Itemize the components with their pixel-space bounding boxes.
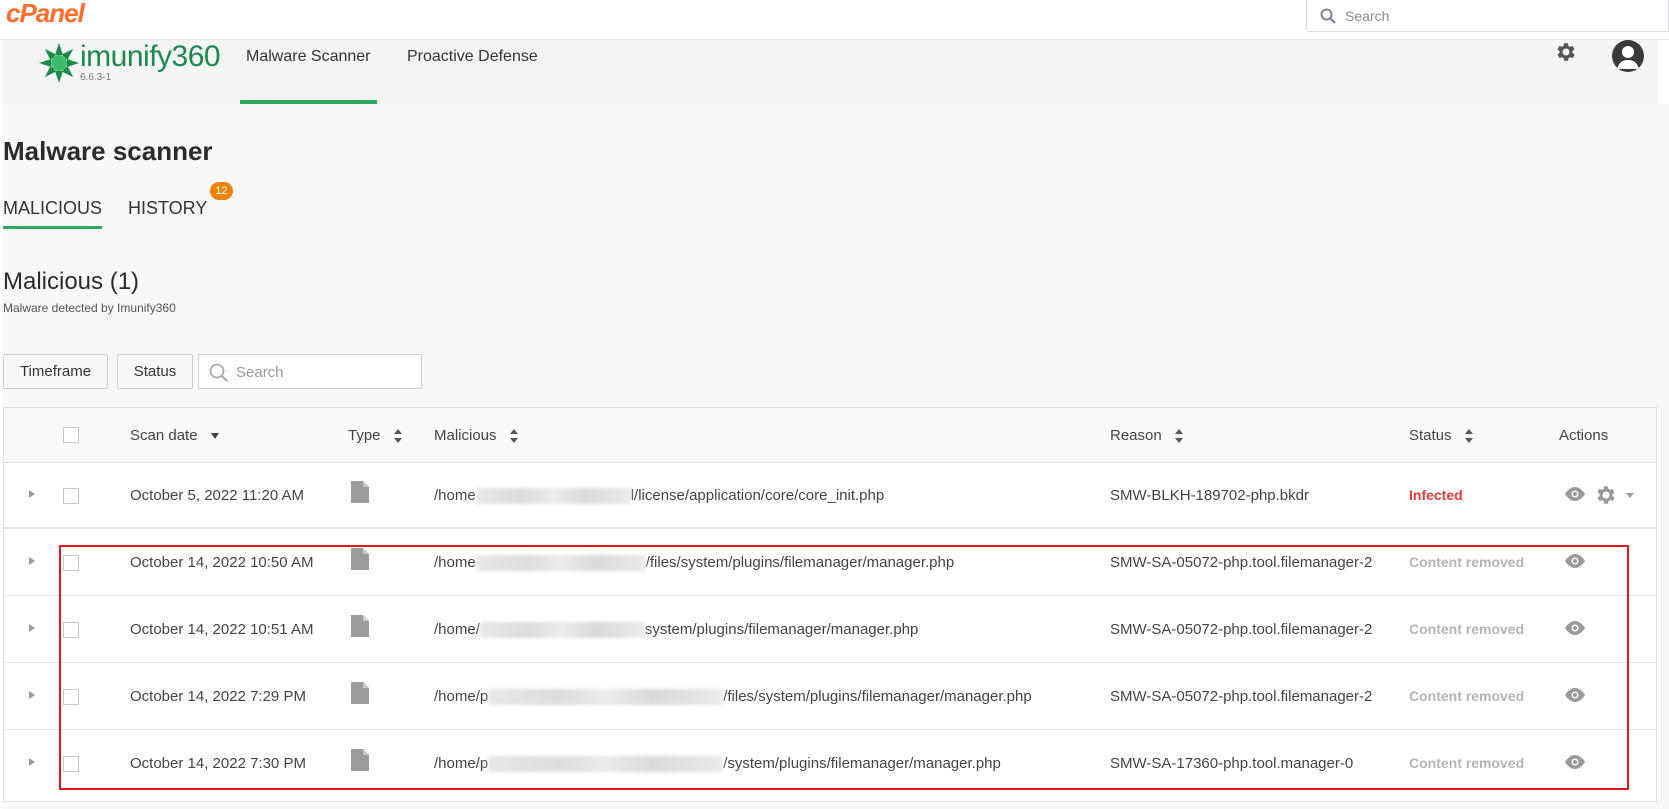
expand-row-icon[interactable] [29, 624, 35, 632]
tab-malicious[interactable]: MALICIOUS [3, 198, 103, 229]
header-label: Type [348, 427, 381, 444]
header-label: Scan date [130, 427, 198, 444]
search-icon [209, 363, 229, 383]
chevron-down-icon[interactable] [1626, 493, 1634, 498]
table-header: Scan date Type Malicious Reason Status A… [4, 408, 1656, 463]
expand-row-icon[interactable] [29, 557, 35, 565]
select-all-checkbox[interactable] [63, 427, 79, 443]
scan-date: October 5, 2022 11:20 AM [130, 487, 305, 504]
table-search-input[interactable]: Search [198, 354, 422, 389]
tab-label: Proactive Defense [407, 48, 538, 65]
header-status[interactable]: Status [1409, 427, 1474, 444]
imunify-version: 6.6.3-1 [80, 72, 112, 83]
header-reason[interactable]: Reason [1110, 427, 1184, 444]
imunify-header: imunify360 6.6.3-1 Malware Scanner Proac… [3, 40, 1657, 104]
header-type[interactable]: Type [348, 427, 403, 444]
table-row[interactable]: October 5, 2022 11:20 AM /home l/license/… [4, 463, 1656, 529]
expand-row-icon[interactable] [29, 490, 35, 498]
header-label: Malicious [434, 427, 497, 444]
user-icon [1617, 46, 1639, 69]
malicious-path: /home l/license/application/core/core_ini… [434, 487, 885, 505]
path-prefix: /home [434, 487, 476, 504]
imunify-brand: imunify360 [80, 40, 221, 73]
tab-malware-scanner[interactable]: Malware Scanner [240, 48, 377, 104]
row-checkbox[interactable] [63, 488, 79, 504]
sort-icon [1174, 429, 1183, 444]
timeframe-filter-button[interactable]: Timeframe [3, 354, 108, 389]
cpanel-top-bar: cPanel Search [0, 0, 1669, 40]
view-eye-icon[interactable] [1563, 486, 1587, 502]
cpanel-search-input[interactable]: Search [1306, 0, 1669, 32]
path-suffix: l/license/application/core/core_init.php [630, 487, 885, 504]
history-count-badge: 12 [210, 182, 233, 200]
reason: SMW-BLKH-189702-php.bkdr [1110, 487, 1309, 504]
tab-proactive-defense[interactable]: Proactive Defense [401, 48, 544, 104]
search-placeholder: Search [236, 364, 284, 381]
header-malicious[interactable]: Malicious [434, 427, 519, 444]
row-actions-gear-icon[interactable] [1594, 483, 1618, 507]
page-title: Malware scanner [3, 136, 213, 166]
status-badge: Infected [1409, 487, 1463, 503]
cpanel-logo[interactable]: cPanel [6, 0, 85, 29]
sort-icon [393, 429, 402, 444]
settings-gear-icon[interactable] [1554, 40, 1578, 64]
red-highlight-box [59, 545, 1629, 790]
status-filter-button[interactable]: Status [117, 354, 193, 389]
tab-label: Malware Scanner [246, 48, 371, 65]
file-icon [351, 481, 369, 503]
header-label: Status [1409, 427, 1452, 444]
search-placeholder: Search [1345, 8, 1390, 24]
sort-icon [509, 429, 518, 444]
header-scan-date[interactable]: Scan date [130, 427, 220, 444]
sort-desc-icon [210, 433, 219, 440]
imunify-logo-icon[interactable] [19, 40, 79, 88]
search-icon [1320, 8, 1336, 24]
expand-row-icon[interactable] [29, 758, 35, 766]
expand-row-icon[interactable] [29, 691, 35, 699]
section-subtitle: Malware detected by Imunify360 [3, 301, 176, 315]
section-title: Malicious (1) [3, 268, 140, 295]
tab-history[interactable]: HISTORY [128, 198, 207, 226]
user-avatar[interactable] [1612, 40, 1644, 72]
redacted-path [475, 488, 631, 505]
sort-icon [1464, 429, 1473, 444]
header-label: Reason [1110, 427, 1162, 444]
header-actions: Actions [1559, 427, 1609, 444]
